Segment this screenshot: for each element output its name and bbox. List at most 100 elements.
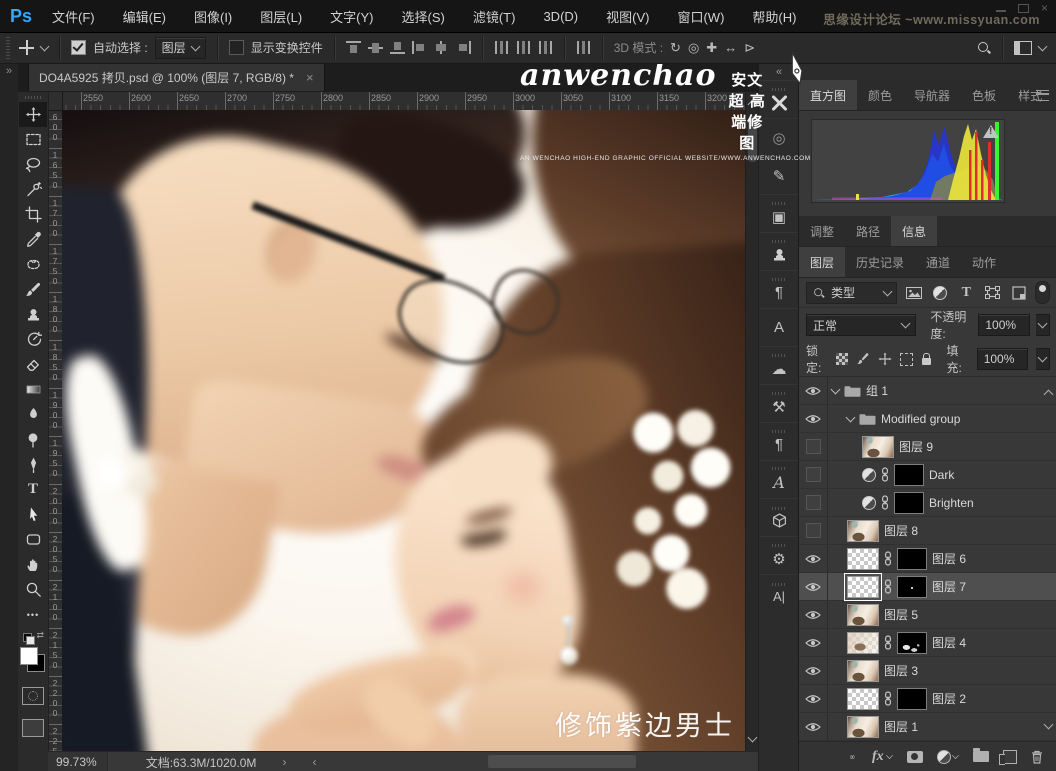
lock-transparency-icon[interactable] [836, 352, 848, 366]
menu-item[interactable]: 编辑(E) [123, 7, 166, 26]
zoom-tool[interactable] [19, 577, 47, 602]
mask-link-icon[interactable] [884, 691, 892, 706]
workspace-chevron-icon[interactable] [1038, 41, 1048, 51]
layer-row[interactable]: 组 1 [799, 377, 1056, 405]
filter-toggle-pill[interactable] [1035, 281, 1050, 304]
layer-thumbnail-transparent[interactable] [847, 688, 879, 710]
lasso-tool[interactable] [19, 152, 47, 177]
lock-all-icon[interactable] [921, 352, 932, 366]
filter-type-layers-icon[interactable]: T [957, 284, 976, 302]
clone-stamp-tool[interactable] [19, 302, 47, 327]
3d-orbit-icon[interactable]: ↻ [670, 41, 681, 54]
creative-cloud-panel-icon[interactable]: ☁ [759, 346, 799, 384]
align-vertical-center-button[interactable] [368, 41, 383, 54]
visibility-toggle[interactable] [799, 489, 828, 516]
layer-name[interactable]: 图层 4 [932, 634, 966, 651]
menu-item[interactable]: 图层(L) [260, 7, 302, 26]
move-tool[interactable] [19, 102, 47, 127]
mask-link-icon[interactable] [884, 551, 892, 566]
panel-tab[interactable]: 路径 [845, 216, 891, 246]
panel-tab[interactable]: 导航器 [903, 80, 961, 110]
blur-tool[interactable] [19, 402, 47, 427]
filter-pixel-layers-icon[interactable] [904, 284, 923, 302]
new-group-button[interactable] [973, 751, 989, 762]
tool-presets-panel-icon[interactable]: ⚒ [759, 384, 799, 422]
opacity-chevron-icon[interactable] [1036, 314, 1050, 336]
rectangular-marquee-tool[interactable] [19, 127, 47, 152]
lock-artboard-icon[interactable] [900, 352, 913, 366]
new-layer-button[interactable] [1003, 750, 1017, 764]
canvas[interactable]: 修饰紫边男士 [62, 110, 745, 751]
layer-thumbnail-partial[interactable] [847, 632, 879, 654]
menu-item[interactable]: 3D(D) [543, 9, 578, 24]
fill-chevron-icon[interactable] [1036, 348, 1050, 370]
align-bottom-button[interactable] [390, 41, 405, 54]
menu-item[interactable]: 窗口(W) [677, 7, 724, 26]
menu-item[interactable]: 滤镜(T) [473, 7, 516, 26]
search-icon[interactable] [977, 41, 991, 55]
clone-source-panel-icon[interactable] [759, 232, 799, 270]
visibility-toggle[interactable] [799, 545, 828, 572]
layer-name[interactable]: Brighten [929, 496, 974, 510]
gradient-tool[interactable] [19, 377, 47, 402]
menu-item[interactable]: 文字(Y) [330, 7, 373, 26]
screen-mode-button[interactable] [22, 719, 44, 737]
visibility-toggle[interactable] [799, 573, 828, 600]
filter-smart-objects-icon[interactable] [1009, 284, 1028, 302]
layer-row[interactable]: 图层 8 [799, 517, 1056, 545]
tab-close-icon[interactable]: × [306, 70, 314, 85]
3d-panel-icon[interactable] [759, 498, 799, 536]
glyphs-panel-icon[interactable]: A| [759, 574, 799, 612]
restore-icon[interactable] [1018, 4, 1029, 13]
layer-row[interactable]: 图层 3 [799, 657, 1056, 685]
filter-type-dropdown[interactable]: 类型 [806, 282, 897, 304]
character-panel-icon[interactable]: A [759, 460, 799, 498]
filter-adjustment-layers-icon[interactable] [930, 284, 949, 302]
visibility-toggle[interactable] [799, 433, 828, 460]
distribute-center-button[interactable] [516, 41, 531, 54]
visibility-toggle[interactable] [799, 601, 828, 628]
quick-mask-button[interactable] [22, 687, 44, 705]
layer-row[interactable]: 图层 5 [799, 601, 1056, 629]
layer-name[interactable]: 图层 7 [932, 578, 966, 595]
visibility-toggle[interactable] [799, 377, 828, 404]
layer-thumbnail[interactable] [847, 604, 879, 626]
mask-link-icon[interactable] [881, 467, 889, 482]
layer-row[interactable]: 图层 7 [799, 573, 1056, 601]
fill-value-field[interactable]: 100% [977, 348, 1028, 370]
distribute-spacing-button[interactable] [576, 41, 591, 54]
pen-tool[interactable] [19, 452, 47, 477]
panel-tab[interactable]: 直方图 [799, 80, 857, 110]
eyedropper-tool[interactable] [19, 227, 47, 252]
brush-tool[interactable] [19, 277, 47, 302]
layer-mask-thumbnail[interactable] [894, 464, 924, 486]
layer-name[interactable]: 图层 8 [884, 522, 918, 539]
layer-row[interactable]: Brighten [799, 489, 1056, 517]
layer-name[interactable]: 图层 9 [899, 438, 933, 455]
layer-thumbnail[interactable] [847, 660, 879, 682]
layer-mask-thumbnail[interactable] [894, 492, 924, 514]
panel-tab[interactable]: 通道 [915, 247, 961, 277]
canvas-horizontal-scrollbar-thumb[interactable] [488, 755, 636, 768]
group-expander-icon[interactable] [831, 384, 841, 394]
lock-position-icon[interactable] [878, 352, 892, 366]
distribute-top-button[interactable] [494, 41, 509, 54]
color-themes-panel-icon[interactable]: ◎ [759, 118, 799, 156]
layer-thumbnail-transparent[interactable] [847, 548, 879, 570]
visibility-toggle[interactable] [799, 517, 828, 544]
layer-thumbnail[interactable] [862, 436, 894, 458]
quick-selection-tool[interactable] [19, 177, 47, 202]
panel-menu-icon[interactable] [1036, 90, 1049, 101]
layer-row[interactable]: Modified group [799, 405, 1056, 433]
path-selection-tool[interactable] [19, 502, 47, 527]
paragraph-panel-icon[interactable]: ¶ [759, 422, 799, 460]
foreground-color-swatch[interactable] [20, 647, 38, 665]
menu-item[interactable]: 帮助(H) [752, 7, 796, 26]
layer-row[interactable]: 图层 4 [799, 629, 1056, 657]
3d-pan-icon[interactable]: ✚ [706, 41, 717, 54]
layer-thumbnail[interactable] [847, 716, 879, 738]
edit-toolbar-button[interactable]: ••• [19, 602, 47, 627]
menu-item[interactable]: 文件(F) [52, 7, 95, 26]
visibility-toggle[interactable] [799, 657, 828, 684]
auto-select-dropdown[interactable]: 图层 [155, 37, 206, 59]
